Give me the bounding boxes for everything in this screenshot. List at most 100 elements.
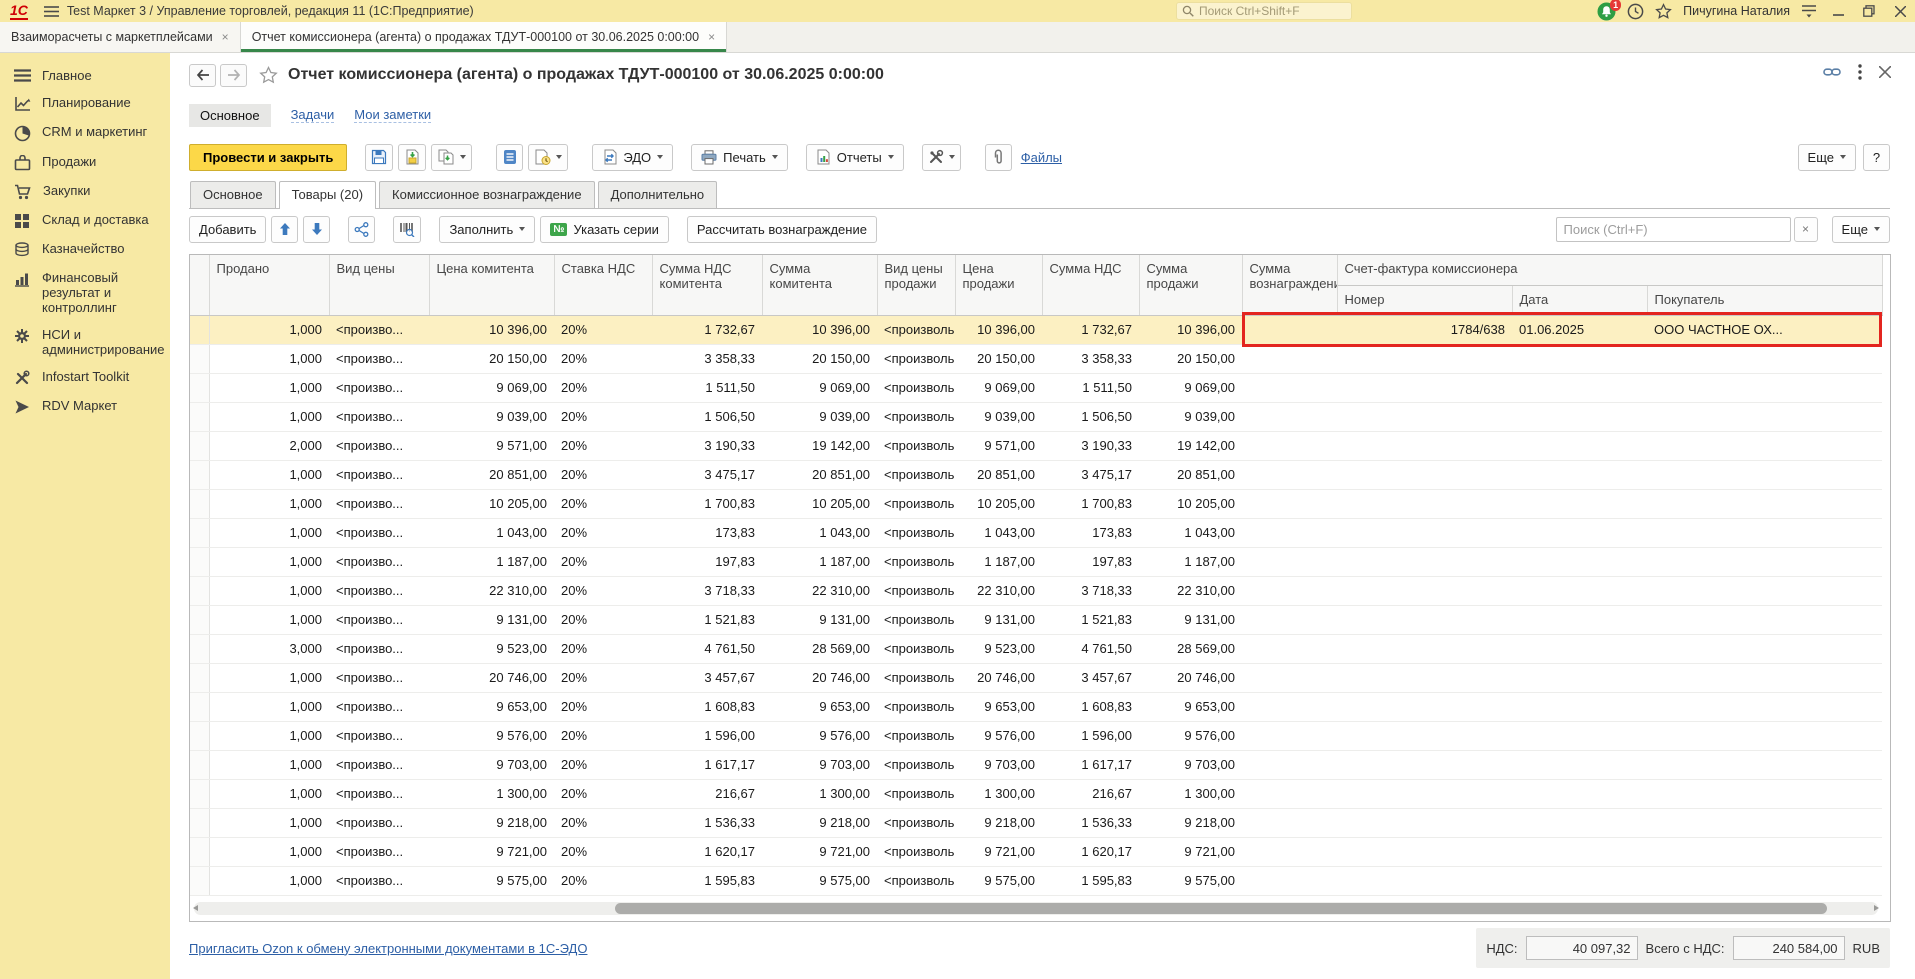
nav-main[interactable]: Основное	[189, 104, 271, 127]
table-cell[interactable]	[1512, 431, 1647, 460]
move-down-button[interactable]	[303, 216, 330, 243]
table-cell[interactable]: 01.06.2025	[1512, 315, 1647, 344]
table-cell[interactable]: 22 310,00	[429, 576, 554, 605]
print-button[interactable]: Печать	[691, 144, 788, 171]
table-cell[interactable]	[1337, 518, 1512, 547]
table-cell[interactable]	[1242, 866, 1337, 895]
sidebar-item-10[interactable]: RDV Маркет	[0, 392, 170, 421]
table-cell[interactable]: 1 732,67	[652, 315, 762, 344]
table-cell[interactable]	[1647, 576, 1882, 605]
table-cell[interactable]: 3 358,33	[1042, 344, 1139, 373]
clear-search-button[interactable]: ×	[1794, 217, 1818, 242]
files-link[interactable]: Файлы	[1021, 150, 1062, 165]
table-row[interactable]: 1,000<произво...9 703,0020%1 617,179 703…	[190, 750, 1882, 779]
nav-tasks[interactable]: Задачи	[291, 107, 335, 123]
table-cell[interactable]: <произволь...	[877, 750, 955, 779]
column-header-2[interactable]: Цена комитента	[429, 255, 554, 315]
table-row[interactable]: 3,000<произво...9 523,0020%4 761,5028 56…	[190, 634, 1882, 663]
table-cell[interactable]	[1337, 576, 1512, 605]
structure-button[interactable]	[496, 144, 523, 171]
table-cell[interactable]	[1512, 779, 1647, 808]
table-cell[interactable]: 9 703,00	[955, 750, 1042, 779]
favorite-star-icon[interactable]	[259, 66, 278, 84]
table-cell[interactable]: 20 746,00	[1139, 663, 1242, 692]
column-header-11[interactable]: Номер	[1337, 285, 1512, 315]
table-cell[interactable]: 1,000	[209, 779, 329, 808]
table-row[interactable]: 1,000<произво...9 576,0020%1 596,009 576…	[190, 721, 1882, 750]
table-row[interactable]: 1,000<произво...9 721,0020%1 620,179 721…	[190, 837, 1882, 866]
table-cell[interactable]	[1337, 402, 1512, 431]
table-cell[interactable]: <произво...	[329, 808, 429, 837]
specify-series-button[interactable]: № Указать серии	[540, 216, 669, 243]
table-cell[interactable]: 9 575,00	[762, 866, 877, 895]
table-cell[interactable]: 20 150,00	[1139, 344, 1242, 373]
table-cell[interactable]	[1242, 373, 1337, 402]
table-row[interactable]: 1,000<произво...20 746,0020%3 457,6720 7…	[190, 663, 1882, 692]
table-cell[interactable]: 9 653,00	[1139, 692, 1242, 721]
table-cell[interactable]: 9 218,00	[955, 808, 1042, 837]
table-cell[interactable]: 3 718,33	[652, 576, 762, 605]
table-row[interactable]: 1,000<произво...1 300,0020%216,671 300,0…	[190, 779, 1882, 808]
table-cell[interactable]: 1 595,83	[1042, 866, 1139, 895]
table-cell[interactable]: 10 205,00	[955, 489, 1042, 518]
table-cell[interactable]: 20%	[554, 866, 652, 895]
table-cell[interactable]: 3,000	[209, 634, 329, 663]
table-cell[interactable]	[1242, 315, 1337, 344]
table-cell[interactable]	[1512, 837, 1647, 866]
table-cell[interactable]	[1242, 547, 1337, 576]
column-header-0[interactable]: Продано	[209, 255, 329, 315]
user-menu-icon[interactable]	[1801, 4, 1817, 18]
table-cell[interactable]: <произво...	[329, 750, 429, 779]
sidebar-item-3[interactable]: Продажи	[0, 148, 170, 177]
table-row[interactable]: 1,000<произво...9 069,0020%1 511,509 069…	[190, 373, 1882, 402]
table-cell[interactable]: 3 457,67	[652, 663, 762, 692]
table-cell[interactable]: 1 043,00	[762, 518, 877, 547]
doc-tab-0[interactable]: Основное	[190, 181, 276, 208]
table-cell[interactable]: 3 358,33	[652, 344, 762, 373]
table-cell[interactable]: 9 039,00	[429, 402, 554, 431]
sidebar-item-5[interactable]: Склад и доставка	[0, 206, 170, 235]
table-cell[interactable]: 20 746,00	[762, 663, 877, 692]
table-cell[interactable]: 20%	[554, 837, 652, 866]
table-cell[interactable]: 4 761,50	[1042, 634, 1139, 663]
table-cell[interactable]: 20 851,00	[955, 460, 1042, 489]
add-row-button[interactable]: Добавить	[189, 216, 266, 243]
table-cell[interactable]: 1 617,17	[1042, 750, 1139, 779]
sidebar-item-1[interactable]: Планирование	[0, 89, 170, 118]
table-cell[interactable]	[1337, 460, 1512, 489]
column-header-10[interactable]: Сумма вознаграждения	[1242, 255, 1337, 315]
table-cell[interactable]	[1512, 373, 1647, 402]
table-cell[interactable]	[1647, 837, 1882, 866]
table-cell[interactable]: 20%	[554, 576, 652, 605]
table-cell[interactable]: 1,000	[209, 721, 329, 750]
table-cell[interactable]	[1647, 605, 1882, 634]
table-cell[interactable]	[1242, 518, 1337, 547]
table-cell[interactable]: 20%	[554, 489, 652, 518]
table-cell[interactable]: 20%	[554, 750, 652, 779]
table-cell[interactable]: 9 653,00	[429, 692, 554, 721]
table-cell[interactable]: 1 732,67	[1042, 315, 1139, 344]
table-cell[interactable]: 9 576,00	[955, 721, 1042, 750]
table-cell[interactable]: <произволь...	[877, 547, 955, 576]
table-cell[interactable]	[1337, 837, 1512, 866]
table-cell[interactable]: 1,000	[209, 489, 329, 518]
restore-button[interactable]	[1859, 2, 1879, 20]
table-cell[interactable]: <произволь...	[877, 576, 955, 605]
column-header-1[interactable]: Вид цены	[329, 255, 429, 315]
reports-button[interactable]: Отчеты	[806, 144, 904, 171]
sidebar-item-0[interactable]: Главное	[0, 62, 170, 89]
table-cell[interactable]	[1647, 634, 1882, 663]
table-cell[interactable]: 20%	[554, 373, 652, 402]
table-cell[interactable]: 20 746,00	[955, 663, 1042, 692]
table-cell[interactable]: 3 190,33	[1042, 431, 1139, 460]
table-cell[interactable]	[1242, 750, 1337, 779]
table-cell[interactable]: <произво...	[329, 663, 429, 692]
back-button[interactable]	[189, 64, 216, 87]
current-user[interactable]: Пичугина Наталия	[1683, 4, 1790, 18]
create-based-on-button[interactable]	[431, 144, 472, 171]
table-cell[interactable]: 1784/638	[1337, 315, 1512, 344]
table-cell[interactable]: 9 218,00	[1139, 808, 1242, 837]
table-cell[interactable]	[1242, 837, 1337, 866]
table-cell[interactable]: 1 521,83	[652, 605, 762, 634]
table-cell[interactable]: 2,000	[209, 431, 329, 460]
